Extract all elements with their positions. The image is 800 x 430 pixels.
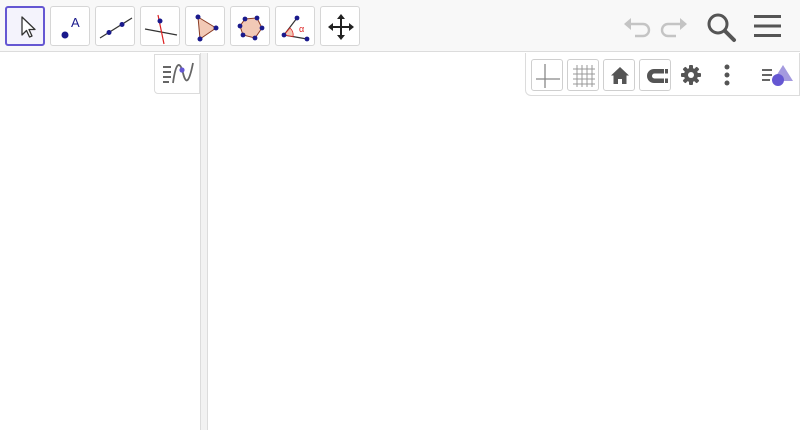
- view-splitter[interactable]: [200, 53, 208, 430]
- point-label: A: [71, 15, 80, 30]
- main-toolbar: A α: [0, 0, 800, 52]
- circle-tool-button[interactable]: [230, 6, 270, 46]
- grid-icon: [573, 65, 595, 87]
- graphics-settings-button[interactable]: [675, 59, 707, 91]
- move-tool-button[interactable]: [5, 6, 45, 46]
- graphics-view[interactable]: [208, 53, 800, 430]
- arrow-cursor-icon: [21, 16, 36, 38]
- search-button[interactable]: [703, 8, 739, 44]
- axes-icon: [536, 64, 560, 88]
- undo-button[interactable]: [619, 8, 655, 44]
- point-capture-icon: [647, 69, 668, 83]
- point-tool-button[interactable]: A: [50, 6, 90, 46]
- point-with-label-icon: A: [61, 15, 80, 39]
- standard-view-button[interactable]: [603, 59, 635, 91]
- angle-label: α: [299, 24, 304, 34]
- graphics-style-bar: [525, 53, 800, 96]
- undo-icon: [624, 18, 651, 38]
- algebra-view-toggle-icon: [163, 62, 194, 84]
- perpendicular-line-tool-button[interactable]: [140, 6, 180, 46]
- menu-icon: [754, 15, 781, 37]
- toggle-axes-button[interactable]: [531, 59, 563, 91]
- algebra-view-toggle-button[interactable]: [154, 54, 200, 94]
- line-through-points-icon: [99, 17, 133, 39]
- angle-tool-button[interactable]: α: [275, 6, 315, 46]
- more-options-button[interactable]: [711, 59, 743, 91]
- style-bar-toggle-button[interactable]: [758, 59, 793, 91]
- algebra-view[interactable]: [0, 53, 200, 430]
- settings-gear-icon: [681, 65, 701, 85]
- move-graphics-tool-button[interactable]: [320, 6, 360, 46]
- circle-through-points-icon: [237, 15, 265, 41]
- line-tool-button[interactable]: [95, 6, 135, 46]
- more-vertical-icon: [724, 64, 730, 86]
- perpendicular-line-icon: [144, 14, 178, 45]
- search-icon: [707, 13, 736, 42]
- triangle-polygon-icon: [195, 14, 219, 42]
- main-menu-button[interactable]: [750, 8, 786, 44]
- angle-icon: α: [281, 15, 310, 42]
- polygon-tool-button[interactable]: [185, 6, 225, 46]
- style-bar-toggle-icon: [762, 65, 793, 86]
- move-arrows-icon: [328, 14, 354, 40]
- point-capturing-button[interactable]: [639, 59, 671, 91]
- redo-icon: [660, 18, 687, 38]
- home-icon: [611, 67, 629, 84]
- toggle-grid-button[interactable]: [567, 59, 599, 91]
- redo-button[interactable]: [656, 8, 692, 44]
